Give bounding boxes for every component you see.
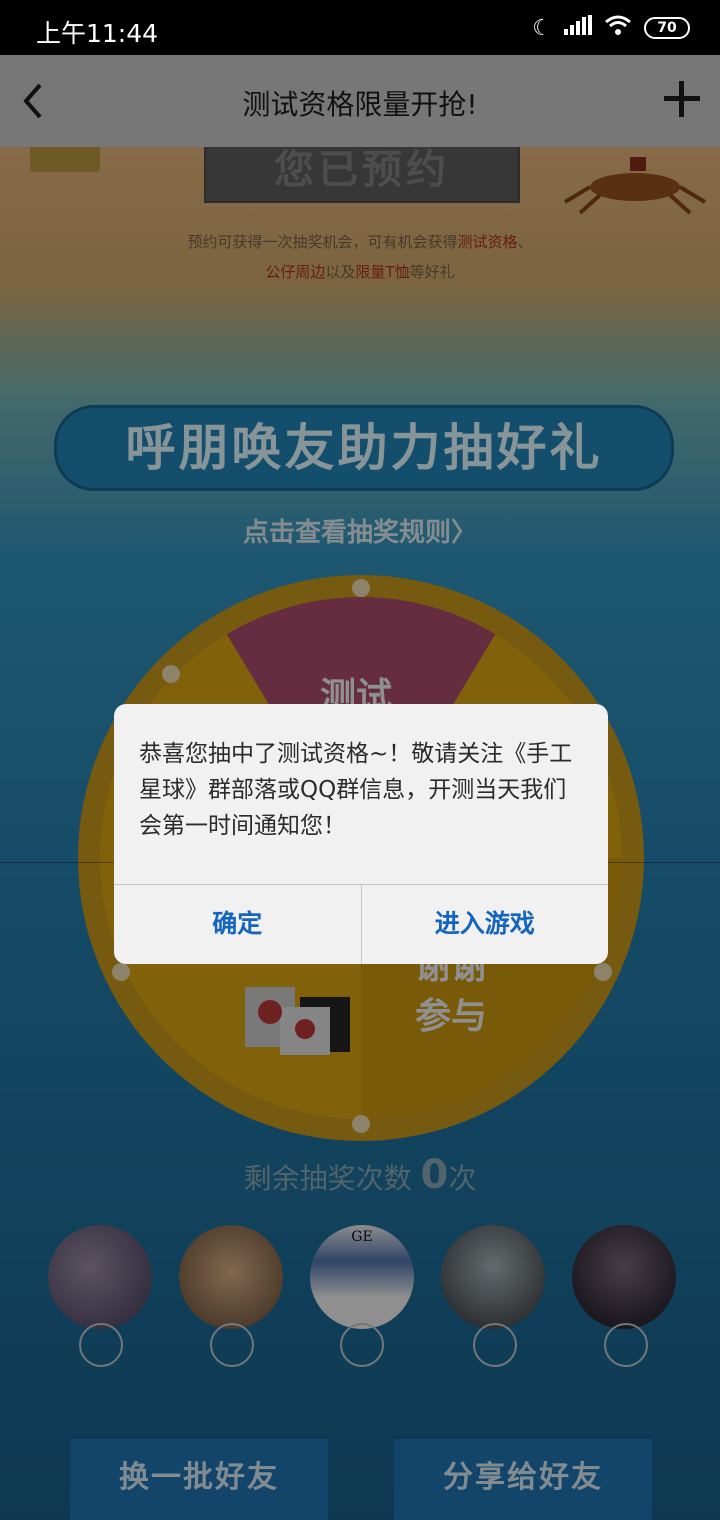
status-icons: ☾ 70 — [532, 14, 690, 42]
battery-icon: 70 — [644, 17, 690, 39]
plus-icon[interactable] — [662, 79, 702, 119]
nav-bar: 测试资格限量开抢! — [0, 55, 720, 147]
dialog-actions: 确定 进入游戏 — [114, 884, 608, 964]
signal-icon — [564, 15, 592, 41]
confirm-button[interactable]: 确定 — [114, 885, 361, 964]
result-dialog: 恭喜您抽中了测试资格~！敬请关注《手工星球》群部落或QQ群信息，开测当天我们会第… — [114, 704, 608, 964]
enter-game-button[interactable]: 进入游戏 — [360, 885, 609, 964]
wifi-icon — [604, 14, 632, 42]
status-time: 上午11:44 — [36, 19, 159, 48]
status-bar: 上午11:44 ☾ 70 — [0, 0, 720, 55]
moon-icon: ☾ — [532, 15, 552, 41]
dialog-message: 恭喜您抽中了测试资格~！敬请关注《手工星球》群部落或QQ群信息，开测当天我们会第… — [139, 741, 573, 839]
page-title: 测试资格限量开抢! — [242, 88, 478, 121]
